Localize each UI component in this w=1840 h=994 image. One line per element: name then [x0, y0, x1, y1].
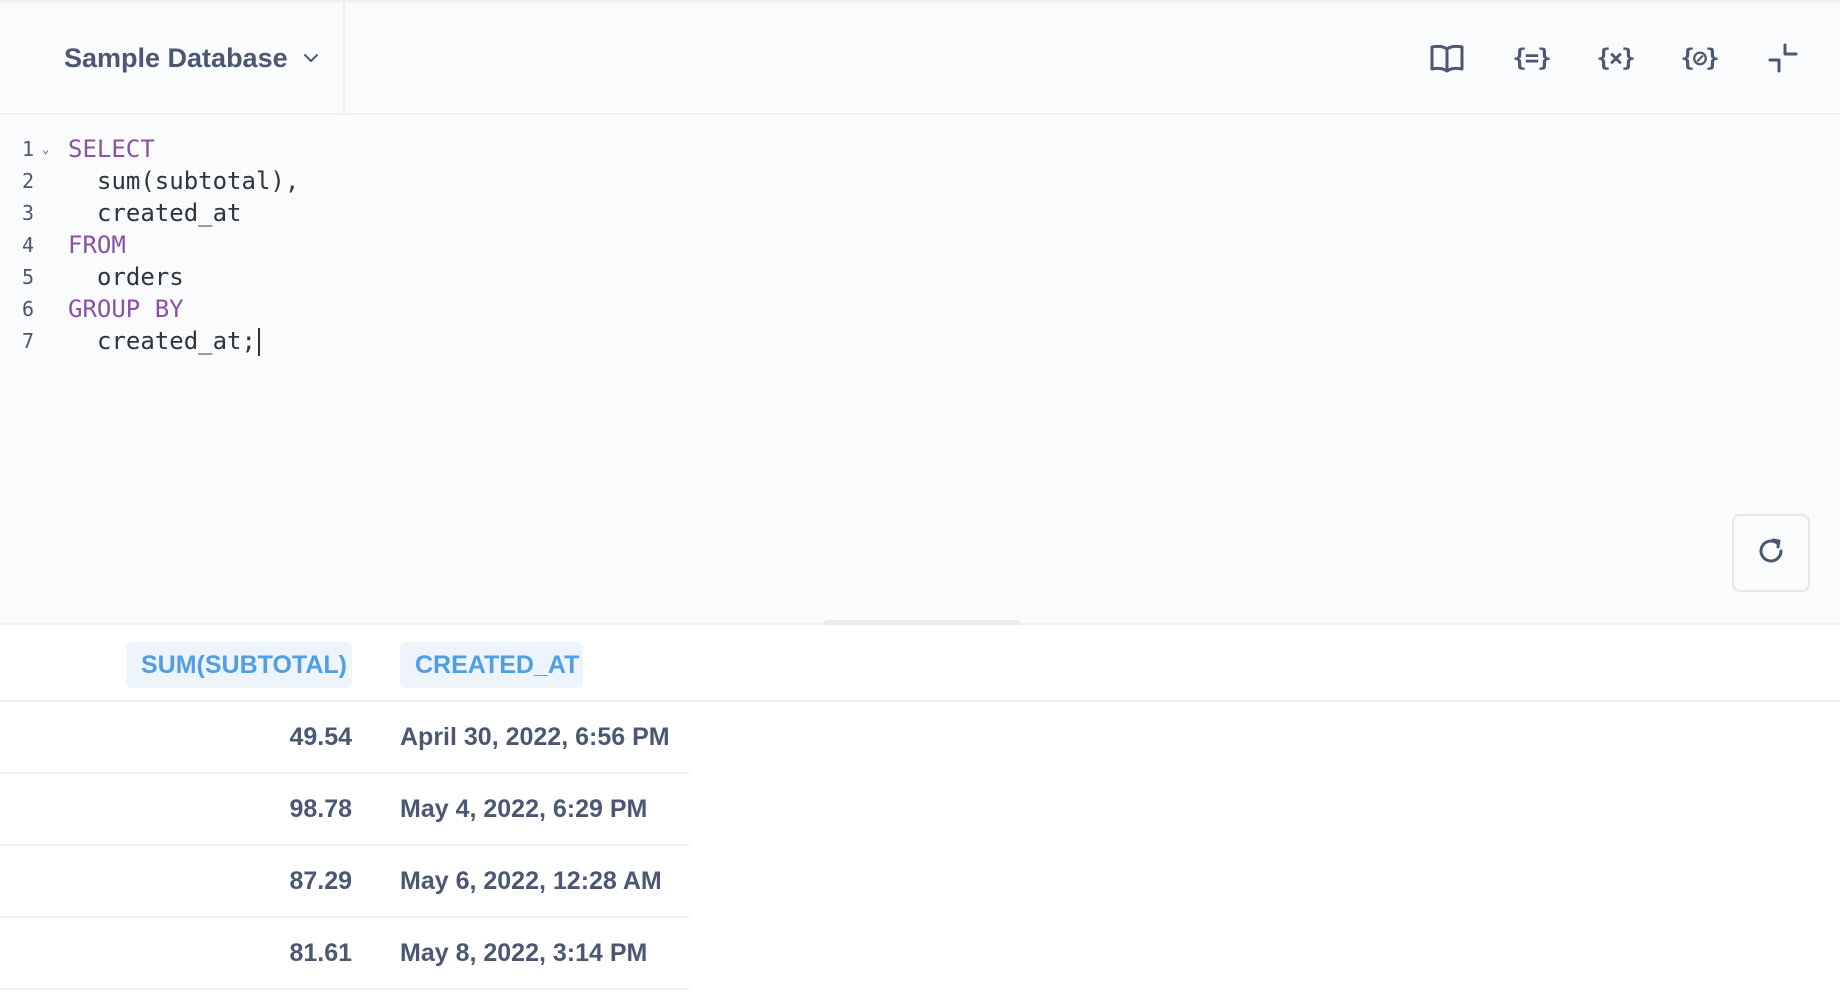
results-table: SUM(SUBTOTAL) CREATED_AT 49.54 April 30,… — [0, 625, 1840, 994]
line-number: 4 — [21, 233, 34, 257]
book-icon[interactable] — [1426, 37, 1468, 79]
table-row: 87.29 May 6, 2022, 12:28 AM — [0, 846, 690, 918]
cell-created-at[interactable]: April 30, 2022, 6:56 PM — [400, 702, 670, 772]
table-row: 98.78 May 4, 2022, 6:29 PM — [0, 774, 690, 846]
table-header-row: SUM(SUBTOTAL) CREATED_AT — [0, 625, 1840, 702]
sql-keyword: SELECT — [68, 135, 155, 163]
code-line: 6 GROUP BY — [0, 293, 1600, 325]
code-line: 1 ⌄ SELECT — [0, 133, 1600, 165]
code-line: 3 created_at — [0, 197, 1600, 229]
snippet-alt-icon[interactable]: {⊘} — [1678, 37, 1720, 79]
cell-sum-subtotal[interactable]: 49.54 — [289, 702, 352, 772]
code-line: 7 created_at; — [0, 325, 1600, 357]
snippet-icon[interactable]: {=} — [1510, 37, 1552, 79]
sql-text: created_at — [97, 199, 242, 227]
editor-toolbar: {=} {×} {⊘} — [1426, 3, 1804, 113]
line-number: 1 — [21, 137, 34, 161]
sql-keyword: FROM — [68, 231, 126, 259]
collapse-icon[interactable] — [1762, 37, 1804, 79]
database-picker[interactable]: Sample Database — [0, 3, 345, 113]
variable-icon[interactable]: {×} — [1594, 37, 1636, 79]
database-name: Sample Database — [64, 42, 288, 73]
line-number: 2 — [21, 169, 34, 193]
line-number: 5 — [21, 265, 34, 289]
table-row: 49.54 April 30, 2022, 6:56 PM — [0, 702, 690, 774]
chevron-down-icon — [302, 49, 320, 67]
cell-created-at[interactable]: May 8, 2022, 3:14 PM — [400, 918, 647, 988]
line-number: 6 — [21, 297, 34, 321]
sql-text: created_at; — [97, 327, 256, 355]
sql-editor[interactable]: 1 ⌄ SELECT 2 sum(subtotal), 3 created_at… — [0, 115, 1840, 625]
column-header-sum-subtotal[interactable]: SUM(SUBTOTAL) — [126, 642, 352, 688]
code-line: 4 FROM — [0, 229, 1600, 261]
text-cursor — [257, 328, 260, 356]
line-number: 7 — [21, 329, 34, 353]
cell-created-at[interactable]: May 6, 2022, 12:28 AM — [400, 846, 662, 916]
sql-keyword: GROUP BY — [68, 295, 184, 323]
sql-text: sum(subtotal), — [97, 167, 300, 195]
run-query-button[interactable] — [1732, 514, 1810, 592]
sql-text: orders — [97, 263, 184, 291]
cell-sum-subtotal[interactable]: 81.61 — [289, 918, 352, 988]
cell-sum-subtotal[interactable]: 98.78 — [289, 774, 352, 844]
sql-text-line: created_at; — [97, 325, 260, 357]
table-row: 81.61 May 8, 2022, 3:14 PM — [0, 918, 690, 990]
column-header-created-at[interactable]: CREATED_AT — [400, 642, 583, 688]
fold-chevron-icon[interactable]: ⌄ — [42, 133, 49, 165]
cell-sum-subtotal[interactable]: 87.29 — [289, 846, 352, 916]
code-line: 5 orders — [0, 261, 1600, 293]
editor-topbar: Sample Database {=} {×} {⊘} — [0, 0, 1840, 115]
code-line: 2 sum(subtotal), — [0, 165, 1600, 197]
refresh-icon — [1755, 535, 1787, 572]
line-number: 3 — [21, 201, 34, 225]
cell-created-at[interactable]: May 4, 2022, 6:29 PM — [400, 774, 647, 844]
